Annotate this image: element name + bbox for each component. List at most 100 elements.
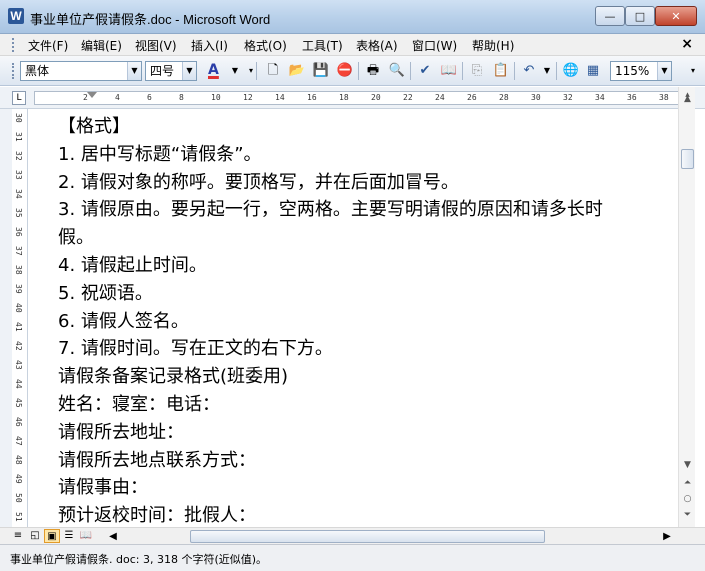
toolbar-options-icon[interactable]: ▾ xyxy=(684,62,702,80)
formatting-toolbar: 黑体 ▼ 四号 ▼ A ▼ ▾ 🗋 📂 💾 ⛔ 🖶 🔍 ✔ 📖 ⎘ 📋 ↶ ▼ … xyxy=(0,56,705,86)
status-text: 事业单位产假请假条. doc: 3, 318 个字符(近似值)。 xyxy=(10,553,268,566)
vertical-ruler-tick-label: 48 xyxy=(14,455,23,465)
vertical-scroll-thumb[interactable] xyxy=(681,149,694,169)
scroll-down-icon[interactable]: ▼ xyxy=(679,457,696,474)
document-line: 请假事由： xyxy=(58,477,148,499)
select-browse-object-icon[interactable]: ○ xyxy=(679,491,696,508)
toolbar-separator xyxy=(256,62,257,80)
ruler-tick-label: 36 xyxy=(627,93,637,102)
vertical-ruler-tick-label: 45 xyxy=(14,398,23,408)
toolbar-separator xyxy=(410,62,411,80)
document-line: 【格式】 xyxy=(58,116,130,137)
vertical-ruler-tick-label: 40 xyxy=(14,303,23,313)
menu-bar: 文件(F) 编辑(E) 视图(V) 插入(I) 格式(O) 工具(T) 表格(A… xyxy=(0,34,705,56)
font-size-select[interactable]: 四号 ▼ xyxy=(145,61,197,81)
menu-window[interactable]: 窗口(W) xyxy=(410,37,459,54)
vertical-ruler-tick-label: 39 xyxy=(14,284,23,294)
menu-view[interactable]: 视图(V) xyxy=(133,37,179,54)
document-line: 3. 请假原由。要另起一行，空两格。主要写明请假的原因和请多长时 xyxy=(58,199,603,221)
toolbar-overflow-icon[interactable]: ▾ xyxy=(242,62,260,80)
ruler-tick-label: 8 xyxy=(179,93,184,102)
horizontal-scroll-thumb[interactable] xyxy=(190,530,545,543)
scroll-right-icon[interactable]: ▶ xyxy=(659,530,675,544)
vertical-ruler-tick-label: 50 xyxy=(14,493,23,503)
document-line: 姓名：寝室：电话： xyxy=(58,394,220,415)
permission-icon[interactable]: ⛔ xyxy=(336,62,354,80)
outline-view-icon[interactable]: ☰ xyxy=(61,529,77,543)
maximize-button[interactable]: □ xyxy=(625,6,655,26)
vertical-ruler-tick-label: 46 xyxy=(14,417,23,427)
ruler-tick-label: 34 xyxy=(595,93,605,102)
font-name-select[interactable]: 黑体 ▼ xyxy=(20,61,142,81)
status-bar: 事业单位产假请假条. doc: 3, 318 个字符(近似值)。 xyxy=(0,544,705,571)
toolbar-separator xyxy=(514,62,515,80)
insert-table-icon[interactable]: ▦ xyxy=(584,62,602,80)
vertical-ruler-tick-label: 31 xyxy=(14,132,23,142)
tab-selector-button[interactable]: L xyxy=(12,91,26,105)
paste-icon[interactable]: 📋 xyxy=(492,62,510,80)
scroll-up-icon[interactable]: ▲ xyxy=(679,91,696,108)
undo-dropdown-icon[interactable]: ▼ xyxy=(538,62,556,80)
font-color-button[interactable]: A xyxy=(208,62,219,78)
document-line: 预计返校时间：批假人： xyxy=(58,505,256,527)
reading-layout-view-icon[interactable]: 📖 xyxy=(78,529,94,543)
print-icon[interactable]: 🖶 xyxy=(364,62,382,80)
toolbar-separator xyxy=(556,62,557,80)
close-button[interactable]: ✕ xyxy=(655,6,697,26)
spelling-check-icon[interactable]: ✔ xyxy=(416,62,434,80)
ruler-tick-label: 28 xyxy=(499,93,509,102)
title-bar: W 事业单位产假请假条.doc - Microsoft Word — □ ✕ xyxy=(0,0,705,34)
undo-icon[interactable]: ↶ xyxy=(520,62,538,80)
hyperlink-icon[interactable]: 🌐 xyxy=(562,62,580,80)
chevron-down-icon[interactable]: ▼ xyxy=(127,62,141,80)
zoom-select[interactable]: 115% ▼ xyxy=(610,61,672,81)
next-page-icon[interactable]: ⏷ xyxy=(679,507,696,524)
document-line: 6. 请假人签名。 xyxy=(58,310,189,332)
chevron-down-icon[interactable]: ▼ xyxy=(182,62,196,80)
ruler-strip[interactable]: 2 4 6 8 10 12 14 16 18 20 22 24 26 28 30 32 34 36 38 xyxy=(34,91,684,105)
window-title: 事业单位产假请假条.doc - Microsoft Word xyxy=(30,12,271,27)
print-preview-icon[interactable]: 🔍 xyxy=(388,62,406,80)
chevron-down-icon[interactable]: ▼ xyxy=(657,62,671,80)
research-icon[interactable]: 📖 xyxy=(440,62,458,80)
minimize-button[interactable]: — xyxy=(595,6,625,26)
ruler-tick-label: 20 xyxy=(371,93,381,102)
menu-tools[interactable]: 工具(T) xyxy=(300,37,345,54)
horizontal-scrollbar: ≡ ◱ ▣ ☰ 📖 ◀ ▶ xyxy=(0,527,705,544)
vertical-ruler-tick-label: 41 xyxy=(14,322,23,332)
first-line-indent-marker[interactable] xyxy=(87,92,97,98)
document-page[interactable]: 【格式】 1. 居中写标题“请假条”。 2. 请假对象的称呼。要顶格写，并在后面加冒… xyxy=(28,109,678,527)
menu-grip-handle[interactable] xyxy=(12,38,15,52)
new-document-icon[interactable]: 🗋 xyxy=(264,62,282,80)
menu-format[interactable]: 格式(O) xyxy=(242,37,289,54)
ruler-tick-label: 24 xyxy=(435,93,445,102)
menu-edit[interactable]: 编辑(E) xyxy=(79,37,124,54)
menu-help[interactable]: 帮助(H) xyxy=(470,37,516,54)
vertical-ruler-tick-label: 49 xyxy=(14,474,23,484)
save-icon[interactable]: 💾 xyxy=(312,62,330,80)
ruler-tick-label: 16 xyxy=(307,93,317,102)
scroll-left-icon[interactable]: ◀ xyxy=(105,530,121,544)
toolbar-separator xyxy=(462,62,463,80)
menu-insert[interactable]: 插入(I) xyxy=(189,37,230,54)
ruler-tick-label: 12 xyxy=(243,93,253,102)
document-line: 2. 请假对象的称呼。要顶格写，并在后面加冒号。 xyxy=(58,171,459,193)
web-layout-view-icon[interactable]: ◱ xyxy=(27,529,43,543)
ruler-tick-label: 22 xyxy=(403,93,413,102)
vertical-scrollbar[interactable]: ▴ ▲ ▼ ⏶ ○ ⏷ xyxy=(678,87,695,527)
vertical-ruler-tick-label: 35 xyxy=(14,208,23,218)
document-close-icon[interactable]: × xyxy=(681,36,693,52)
vertical-ruler-tick-label: 42 xyxy=(14,341,23,351)
document-line: 请假所去地址： xyxy=(58,421,184,443)
vertical-ruler: 30 31 32 33 34 35 36 37 38 39 40 41 42 43 44 45 46 47 48 49… xyxy=(12,109,28,529)
toolbar-grip-handle[interactable] xyxy=(12,63,15,79)
horizontal-scroll-track[interactable]: ◀ ▶ xyxy=(105,529,675,544)
copy-icon[interactable]: ⎘ xyxy=(468,62,486,80)
print-layout-view-icon[interactable]: ▣ xyxy=(44,529,60,543)
word-app-icon: W xyxy=(8,8,24,24)
previous-page-icon[interactable]: ⏶ xyxy=(679,475,696,492)
menu-file[interactable]: 文件(F) xyxy=(26,37,70,54)
open-folder-icon[interactable]: 📂 xyxy=(288,62,306,80)
menu-table[interactable]: 表格(A) xyxy=(354,37,400,54)
normal-view-icon[interactable]: ≡ xyxy=(10,529,26,543)
